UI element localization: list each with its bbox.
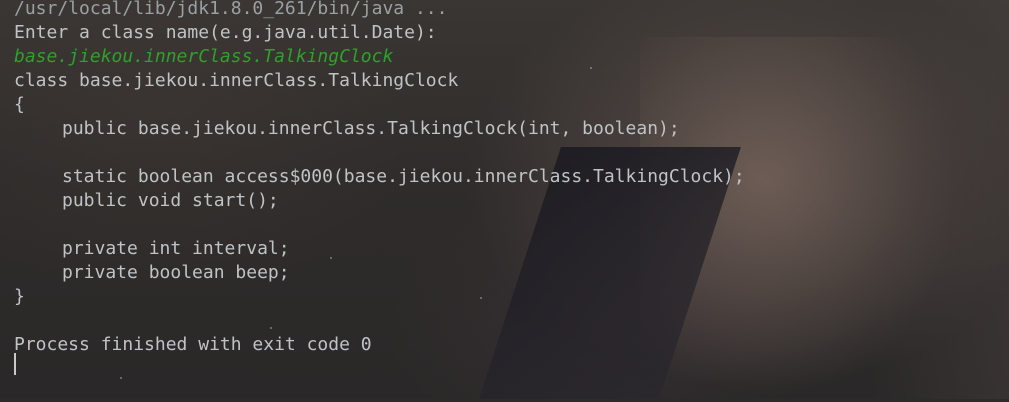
close-brace: } (14, 286, 25, 307)
run-console-output[interactable]: /usr/local/lib/jdk1.8.0_261/bin/java ...… (0, 0, 1009, 357)
method-access-line: static boolean access$000(base.jiekou.in… (62, 166, 745, 187)
open-brace: { (14, 94, 25, 115)
user-input-line: base.jiekou.innerClass.TalkingClock (14, 46, 394, 67)
field-beep-line: private boolean beep; (62, 262, 290, 283)
constructor-line: public base.jiekou.innerClass.TalkingClo… (62, 118, 680, 139)
command-line: /usr/local/lib/jdk1.8.0_261/bin/java ... (14, 0, 448, 19)
field-interval-line: private int interval; (62, 238, 290, 259)
method-start-line: public void start(); (62, 190, 279, 211)
class-declaration: class base.jiekou.innerClass.TalkingCloc… (14, 70, 459, 91)
input-prompt: Enter a class name(e.g.java.util.Date): (14, 22, 437, 43)
exit-message: Process finished with exit code 0 (14, 334, 372, 355)
text-cursor[interactable] (14, 353, 16, 375)
